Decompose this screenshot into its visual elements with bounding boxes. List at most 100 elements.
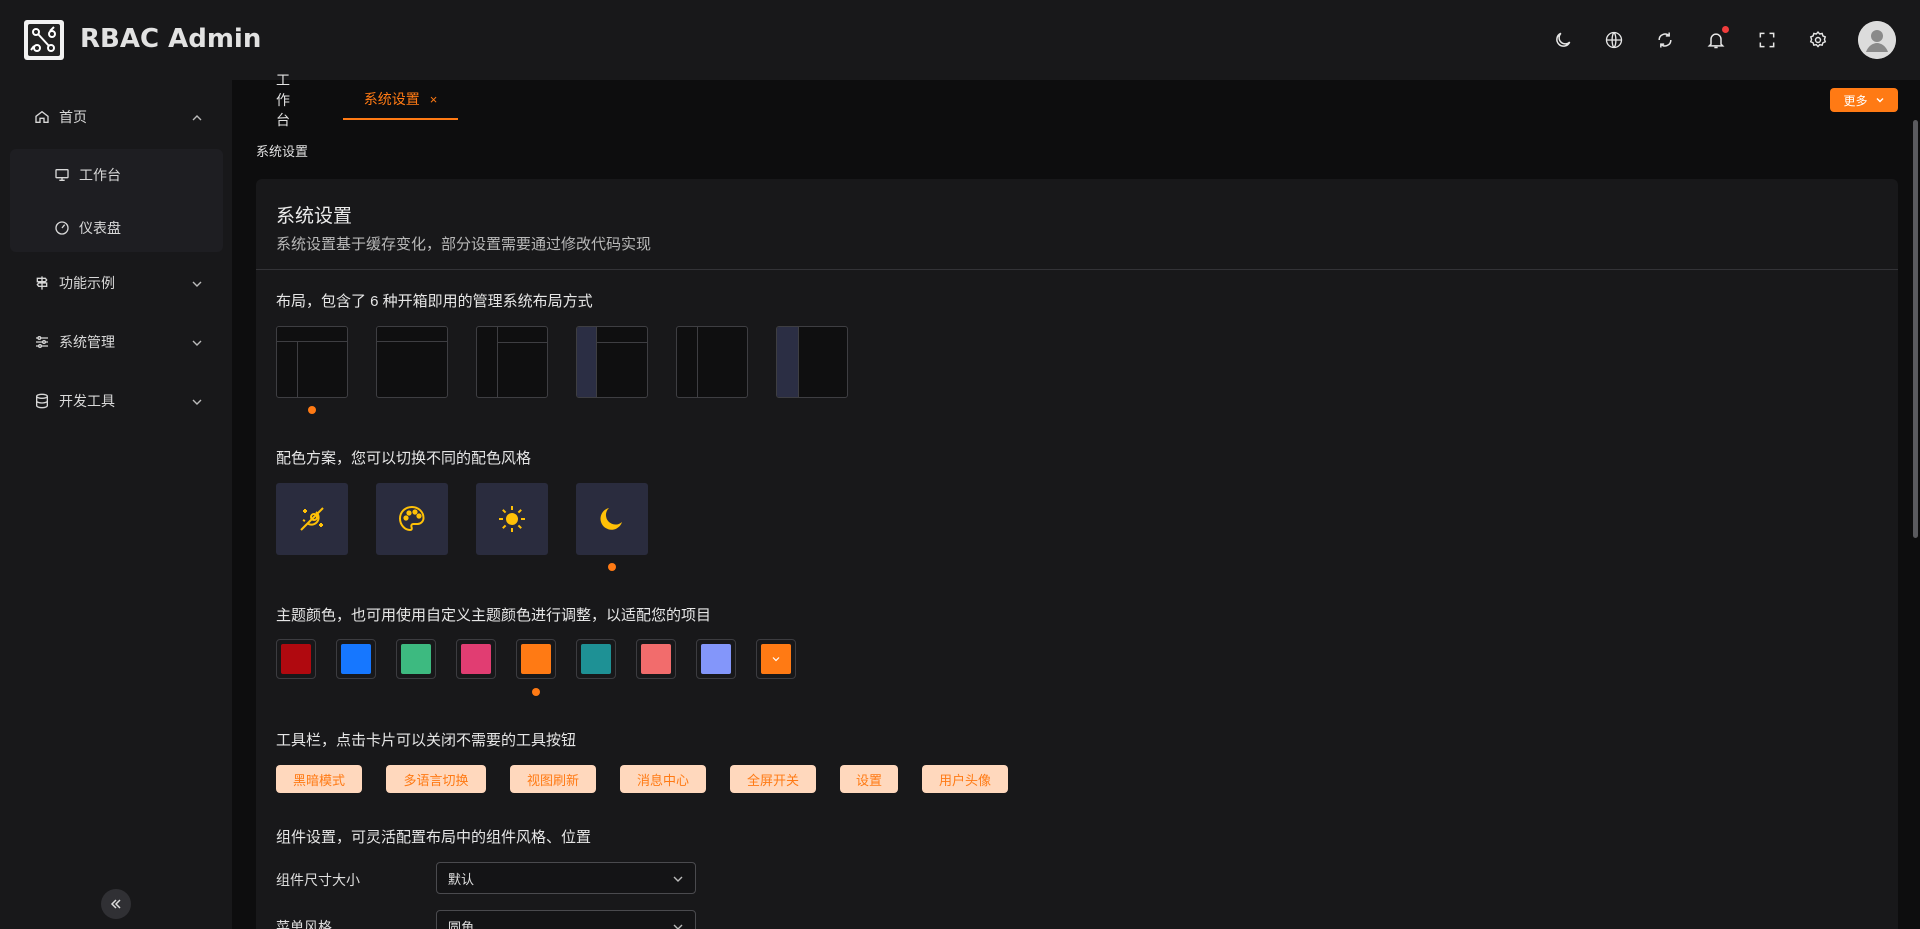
menu-style-select[interactable]: 圆角 [436, 910, 696, 929]
chevron-down-icon [1876, 98, 1883, 103]
color-swatch-fill [761, 644, 791, 674]
app-logo[interactable] [24, 20, 64, 60]
double-chevron-left-icon [110, 899, 121, 909]
sidebar-item-label: 功能示例 [59, 275, 115, 291]
layout-option-5[interactable] [676, 326, 748, 398]
tab-settings[interactable]: 系统设置 × [343, 80, 458, 120]
collapse-sidebar-button[interactable] [101, 889, 131, 919]
chevron-up-icon [191, 111, 203, 123]
color-swatch-fill [581, 644, 611, 674]
theme-color-swatch[interactable] [396, 639, 436, 679]
home-submenu: 工作台 仪表盘 [10, 149, 223, 252]
sidebar-item-dashboard[interactable]: 仪表盘 [10, 206, 223, 250]
sidebar-item-devtools[interactable]: 开发工具 [0, 379, 232, 423]
chevron-down-icon [673, 924, 683, 929]
toolbar-section-title: 工具栏，点击卡片可以关闭不需要的工具按钮 [276, 732, 577, 749]
theme-color-swatch[interactable] [276, 639, 316, 679]
color-swatch-fill [641, 644, 671, 674]
fullscreen-icon[interactable] [1756, 29, 1778, 51]
component-size-select[interactable]: 默认 [436, 862, 696, 894]
component-size-label: 组件尺寸大小 [276, 872, 360, 888]
settings-card: 系统设置 系统设置基于缓存变化，部分设置需要通过修改代码实现 布局，包含了 6 … [256, 179, 1898, 929]
toolbar-chip-dark-mode[interactable]: 黑暗模式 [276, 765, 362, 793]
layout-option-1[interactable] [276, 326, 348, 398]
notification-dot [1722, 26, 1729, 33]
color-swatch-fill [701, 644, 731, 674]
theme-color-selected-indicator [532, 688, 540, 696]
breadcrumb: 系统设置 [256, 144, 309, 159]
color-scheme-section-title: 配色方案，您可以切换不同的配色风格 [276, 450, 532, 467]
auto-scheme-icon [300, 507, 324, 531]
user-avatar[interactable] [1858, 21, 1896, 59]
moon-icon[interactable] [1552, 29, 1574, 51]
layout-option-4[interactable] [576, 326, 648, 398]
theme-color-swatch[interactable] [576, 639, 616, 679]
header-toolbar [1552, 0, 1920, 80]
theme-color-section-title: 主题颜色，也可用使用自定义主题颜色进行调整，以适配您的项目 [276, 607, 712, 624]
sidebar-item-label: 系统管理 [59, 334, 115, 350]
sidebar-item-system[interactable]: 系统管理 [0, 320, 232, 364]
home-icon [34, 109, 50, 125]
dashboard-icon [54, 220, 70, 236]
component-section-title: 组件设置，可灵活配置布局中的组件风格、位置 [276, 829, 592, 846]
database-icon [34, 393, 50, 409]
page-description: 系统设置基于缓存变化，部分设置需要通过修改代码实现 [276, 236, 652, 253]
gear-icon[interactable] [1807, 29, 1829, 51]
scheme-light-button[interactable] [476, 483, 548, 555]
chevron-down-icon [772, 657, 780, 662]
tab-label: 工作台 [276, 72, 290, 128]
sidebar-item-home[interactable]: 首页 [0, 95, 232, 139]
scheme-dark-button[interactable] [576, 483, 648, 555]
more-button[interactable]: 更多 [1830, 88, 1898, 112]
sidebar: 首页 工作台 仪表盘 功能示例 系统管理 开发工具 [0, 80, 232, 929]
theme-color-swatch[interactable] [696, 639, 736, 679]
layout-option-2[interactable] [376, 326, 448, 398]
page-title: 系统设置 [276, 206, 353, 227]
tab-workbench[interactable]: 工作台 [276, 72, 290, 128]
toolbar-chip-refresh[interactable]: 视图刷新 [510, 765, 596, 793]
toolbar-chip-fullscreen[interactable]: 全屏开关 [730, 765, 816, 793]
page-scrollbar[interactable] [1913, 120, 1918, 538]
sun-icon [499, 506, 525, 532]
layout-option-3[interactable] [476, 326, 548, 398]
scheme-selected-indicator [608, 563, 616, 571]
sidebar-item-label: 开发工具 [59, 393, 115, 409]
sidebar-item-label: 工作台 [79, 167, 121, 183]
divider [256, 269, 1898, 270]
sidebar-item-label: 首页 [59, 109, 87, 125]
layout-option-6[interactable] [776, 326, 848, 398]
toolbar-chip-messages[interactable]: 消息中心 [620, 765, 706, 793]
sliders-icon [34, 334, 50, 350]
bell-icon[interactable] [1705, 26, 1729, 51]
color-swatch-fill [281, 644, 311, 674]
theme-color-swatch[interactable] [516, 639, 556, 679]
theme-color-swatch[interactable] [336, 639, 376, 679]
palette-icon [398, 505, 425, 532]
top-header: RBAC Admin [0, 0, 1920, 80]
sidebar-item-workbench[interactable]: 工作台 [10, 153, 223, 197]
globe-icon[interactable] [1603, 29, 1625, 51]
refresh-icon[interactable] [1654, 29, 1676, 51]
monitor-icon [54, 167, 70, 183]
tab-label: 系统设置 [363, 91, 420, 107]
custom-color-picker[interactable] [756, 639, 796, 679]
theme-color-swatch[interactable] [456, 639, 496, 679]
app-title[interactable]: RBAC Admin [80, 24, 261, 54]
color-swatch-fill [461, 644, 491, 674]
moon-icon [600, 508, 622, 530]
scheme-palette-button[interactable] [376, 483, 448, 555]
layout-section-title: 布局，包含了 6 种开箱即用的管理系统布局方式 [276, 293, 593, 310]
close-icon[interactable]: × [430, 92, 438, 107]
more-label: 更多 [1843, 93, 1868, 108]
toolbar-chip-language[interactable]: 多语言切换 [386, 765, 486, 793]
select-value: 默认 [448, 871, 475, 887]
color-swatch-fill [521, 644, 551, 674]
signpost-icon [34, 275, 50, 291]
menu-style-label: 菜单风格 [276, 919, 332, 929]
theme-color-swatch[interactable] [636, 639, 676, 679]
toolbar-chip-settings[interactable]: 设置 [840, 765, 898, 793]
toolbar-chip-avatar[interactable]: 用户头像 [922, 765, 1008, 793]
scheme-auto-button[interactable] [276, 483, 348, 555]
chevron-down-icon [673, 876, 683, 882]
sidebar-item-examples[interactable]: 功能示例 [0, 261, 232, 305]
